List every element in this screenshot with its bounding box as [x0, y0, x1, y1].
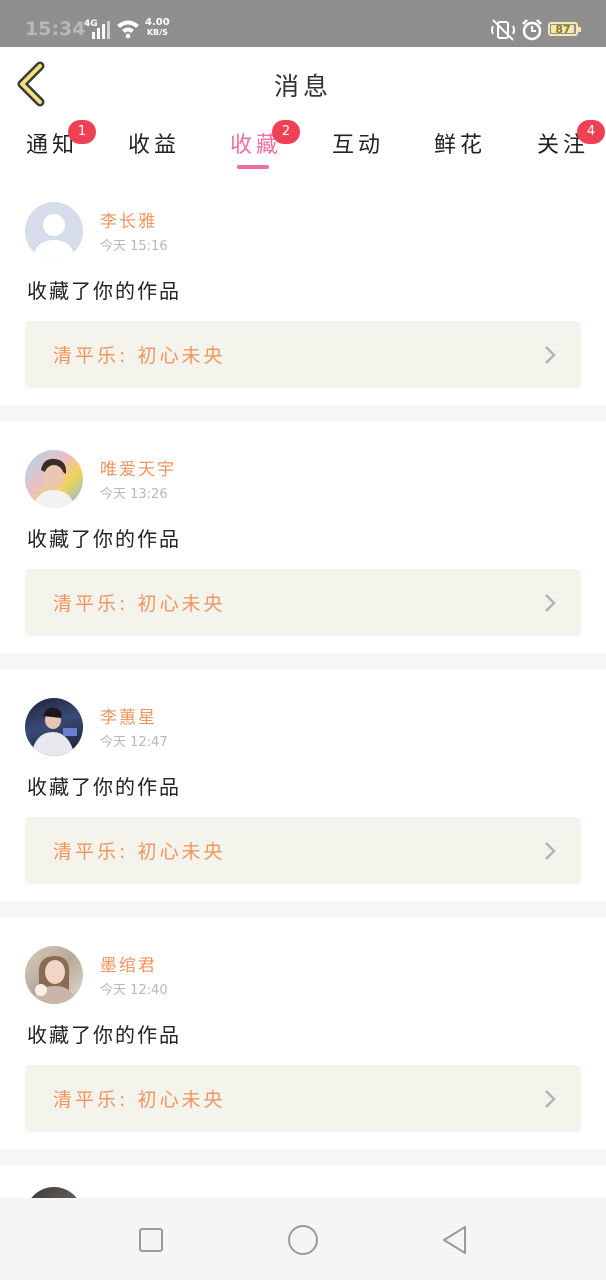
alarm-icon — [522, 19, 542, 41]
unread-badge: 1 — [68, 120, 96, 144]
chevron-right-icon — [545, 842, 556, 860]
user-photo-icon — [31, 956, 77, 1004]
timestamp: 今天 15:16 — [100, 239, 168, 254]
tab-favorites[interactable]: 收藏 2 — [230, 120, 300, 171]
chevron-right-icon — [545, 346, 556, 364]
chevron-right-icon — [545, 594, 556, 612]
default-avatar-icon — [33, 214, 75, 260]
work-title: 清平乐: 初心未央 — [53, 1089, 226, 1111]
list-item: 李蕙星 今天 12:47 收藏了你的作品 清平乐: 初心未央 — [0, 669, 606, 901]
work-title: 清平乐: 初心未央 — [53, 345, 226, 367]
battery-icon: 87 — [548, 22, 581, 36]
status-time: 15:34 — [25, 18, 86, 40]
avatar[interactable] — [25, 202, 83, 260]
avatar[interactable] — [25, 450, 83, 508]
username[interactable]: 李长雅 — [100, 207, 157, 232]
silent-icon — [491, 19, 515, 41]
username[interactable]: 唯爱天宇 — [100, 455, 176, 480]
avatar[interactable] — [25, 698, 83, 756]
tab-label: 鲜花 — [434, 133, 487, 158]
divider — [0, 653, 606, 669]
back-triangle-icon[interactable] — [438, 1223, 472, 1257]
tab-notifications[interactable]: 通知 1 — [26, 120, 96, 171]
work-title: 清平乐: 初心未央 — [53, 593, 226, 615]
unread-badge: 2 — [272, 120, 300, 144]
recents-square-icon[interactable] — [134, 1223, 168, 1257]
user-photo-icon — [33, 458, 75, 508]
tab-label: 收益 — [128, 133, 181, 158]
work-link[interactable]: 清平乐: 初心未央 — [25, 817, 581, 884]
speed-value: 4.00 — [145, 17, 170, 28]
system-nav-bar — [0, 1198, 606, 1280]
tab-bar: 通知 1 收益 收藏 2 互动 鲜花 关注 4 — [0, 120, 606, 173]
list-item: 墨绾君 今天 12:40 收藏了你的作品 清平乐: 初心未央 — [0, 917, 606, 1149]
work-link[interactable]: 清平乐: 初心未央 — [25, 1065, 581, 1132]
avatar[interactable] — [25, 946, 83, 1004]
divider — [0, 1149, 606, 1165]
action-text: 收藏了你的作品 — [27, 279, 181, 303]
tab-label: 互动 — [332, 133, 385, 158]
tab-following[interactable]: 关注 4 — [537, 120, 605, 171]
status-bar: 15:34 4G 4.00 KB/S 87 — [0, 0, 606, 47]
speed-unit: KB/S — [146, 28, 168, 37]
work-title: 清平乐: 初心未央 — [53, 841, 226, 863]
user-photo-icon — [31, 707, 77, 756]
unread-badge: 4 — [577, 120, 605, 144]
work-link[interactable]: 清平乐: 初心未央 — [25, 569, 581, 636]
page-title: 消息 — [273, 72, 332, 101]
chevron-right-icon — [545, 1090, 556, 1108]
divider — [0, 901, 606, 917]
timestamp: 今天 12:47 — [100, 735, 168, 750]
signal-icon — [92, 21, 110, 39]
app-header: 消息 — [0, 47, 606, 122]
divider — [0, 405, 606, 421]
action-text: 收藏了你的作品 — [27, 775, 181, 799]
wifi-icon — [117, 20, 139, 39]
username[interactable]: 李蕙星 — [100, 703, 157, 728]
tab-interactions[interactable]: 互动 — [332, 127, 384, 171]
active-tab-indicator — [237, 165, 269, 169]
home-circle-icon[interactable] — [286, 1223, 320, 1257]
action-text: 收藏了你的作品 — [27, 527, 181, 551]
timestamp: 今天 13:26 — [100, 487, 168, 502]
network-speed: 4.00 KB/S — [145, 18, 170, 38]
work-link[interactable]: 清平乐: 初心未央 — [25, 321, 581, 388]
action-text: 收藏了你的作品 — [27, 1023, 181, 1047]
battery-level: 87 — [555, 23, 571, 36]
list-item: 李长雅 今天 15:16 收藏了你的作品 清平乐: 初心未央 — [0, 173, 606, 405]
tab-earnings[interactable]: 收益 — [128, 127, 180, 171]
tab-flowers[interactable]: 鲜花 — [434, 127, 486, 171]
timestamp: 今天 12:40 — [100, 983, 168, 998]
list-item: 唯爱天宇 今天 13:26 收藏了你的作品 清平乐: 初心未央 — [0, 421, 606, 653]
username[interactable]: 墨绾君 — [100, 951, 157, 976]
